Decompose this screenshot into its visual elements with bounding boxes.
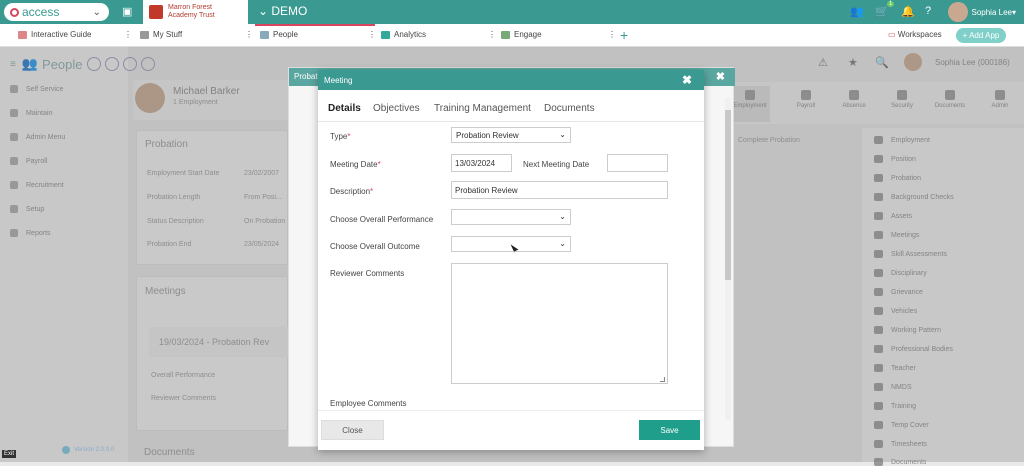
type-value: Probation Review: [456, 130, 519, 140]
tab-label: Analytics: [394, 30, 427, 39]
dialog-scrollbar[interactable]: [725, 98, 731, 420]
description-value: Probation Review: [455, 185, 518, 195]
people-icon[interactable]: 👥: [850, 5, 864, 18]
bell-icon[interactable]: 🔔: [901, 5, 915, 18]
tab-label: People: [273, 30, 298, 39]
tab-analytics[interactable]: Analytics: [381, 30, 426, 39]
tab-people[interactable]: People: [260, 30, 298, 39]
tab-menu-icon[interactable]: ⋮: [124, 30, 132, 39]
trust-selector[interactable]: Marron Forest Academy Trust: [143, 0, 248, 24]
meeting-dialog: Meeting ✖ Details Objectives Training Ma…: [318, 70, 704, 450]
reviewer-comments-label: Reviewer Comments: [330, 269, 405, 278]
user-name: Sophia Lee: [971, 7, 1012, 17]
avatar: [947, 2, 968, 22]
meeting-date-value: 13/03/2024: [455, 158, 496, 168]
workspaces-label: Workspaces: [897, 30, 942, 39]
exit-button[interactable]: Exit: [2, 450, 17, 458]
notification-badge: 1: [887, 1, 895, 7]
trust-logo-icon: [149, 5, 163, 19]
resize-handle-icon[interactable]: [660, 377, 665, 382]
active-tab-indicator: [255, 24, 375, 26]
tab-interactive-guide[interactable]: Interactive Guide: [18, 30, 91, 39]
tab-training-management[interactable]: Training Management: [434, 103, 531, 114]
save-button[interactable]: Save: [639, 420, 700, 440]
access-menu-button[interactable]: access ⌄: [4, 3, 109, 21]
tab-menu-icon[interactable]: ⋮: [488, 30, 496, 39]
user-menu[interactable]: Sophia Lee ▾: [947, 2, 1016, 22]
description-label: Description*: [330, 187, 374, 196]
version-text: Version 2.0.0.0: [74, 447, 115, 453]
tab-my-stuff[interactable]: My Stuff: [140, 30, 182, 39]
brand-label: access: [22, 5, 60, 19]
info-icon: [62, 446, 70, 454]
chevron-down-icon: ⌄: [258, 4, 272, 18]
tab-documents[interactable]: Documents: [544, 103, 595, 114]
overall-performance-select[interactable]: ⌄: [451, 209, 571, 225]
chevron-down-icon: ▾: [1011, 7, 1016, 17]
add-app-button[interactable]: + Add App: [956, 28, 1006, 43]
close-icon[interactable]: ✖: [716, 70, 725, 83]
environment-text: DEMO: [271, 4, 308, 18]
probation-dialog-title: Probati: [294, 72, 320, 81]
dialog-title: Meeting: [324, 75, 353, 85]
trust-name: Marron Forest Academy Trust: [168, 4, 215, 20]
overall-outcome-label: Choose Overall Outcome: [330, 242, 420, 251]
tab-label: Engage: [514, 30, 542, 39]
trust-name-line1: Marron Forest: [168, 4, 212, 11]
people-tab-icon: [260, 30, 269, 39]
type-label-text: Type: [330, 132, 348, 141]
tab-engage[interactable]: Engage: [501, 30, 542, 39]
employee-comments-label: Employee Comments: [330, 399, 407, 408]
cart-icon[interactable]: 🛒: [875, 5, 889, 18]
tab-menu-icon[interactable]: ⋮: [608, 30, 616, 39]
meeting-dialog-header: Meeting ✖: [318, 70, 704, 90]
help-icon[interactable]: ?: [925, 5, 931, 17]
chevron-down-icon: ⌄: [92, 6, 101, 18]
next-meeting-date-label: Next Meeting Date: [523, 160, 590, 169]
tab-label: My Stuff: [153, 30, 183, 39]
tab-divider: [318, 121, 704, 122]
meeting-date-input[interactable]: 13/03/2024: [451, 154, 512, 172]
type-select[interactable]: Probation Review ⌄: [451, 127, 571, 143]
top-bar: access ⌄ ▣ Marron Forest Academy Trust ⌄…: [0, 0, 1024, 24]
meeting-date-label: Meeting Date*: [330, 160, 381, 169]
type-label: Type*: [330, 132, 351, 141]
guide-icon: [18, 30, 27, 39]
engage-icon: [501, 30, 510, 39]
next-meeting-date-input[interactable]: [607, 154, 668, 172]
chevron-down-icon: ⌄: [559, 130, 566, 139]
scrollbar-thumb[interactable]: [725, 110, 731, 280]
dialog-footer: Close Save: [318, 410, 704, 450]
tab-details[interactable]: Details: [328, 103, 361, 114]
analytics-icon: [381, 30, 390, 39]
tab-label: Interactive Guide: [31, 30, 92, 39]
description-label-text: Description: [330, 187, 371, 196]
environment-label[interactable]: ⌄ DEMO: [258, 4, 307, 18]
meeting-date-label-text: Meeting Date: [330, 160, 378, 169]
folder-icon: [140, 30, 149, 39]
add-tab-button[interactable]: +: [620, 27, 628, 43]
reviewer-comments-textarea[interactable]: [451, 263, 668, 384]
description-input[interactable]: Probation Review: [451, 181, 668, 199]
trust-name-line2: Academy Trust: [168, 12, 215, 19]
tab-menu-icon[interactable]: ⋮: [368, 30, 376, 39]
chevron-down-icon: ⌄: [559, 239, 566, 248]
access-logo-icon: [10, 7, 19, 17]
overall-performance-label: Choose Overall Performance: [330, 215, 434, 224]
chevron-down-icon: ⌄: [559, 212, 566, 221]
version-info: Version 2.0.0.0: [62, 446, 114, 454]
app-switcher-icon[interactable]: ▣: [122, 5, 132, 18]
close-button[interactable]: Close: [321, 420, 384, 440]
app-tabs-bar: Interactive Guide ⋮ My Stuff ⋮ People ⋮ …: [0, 24, 1024, 47]
close-icon[interactable]: ✖: [682, 73, 692, 87]
folder-icon: ▭: [888, 30, 898, 39]
tab-objectives[interactable]: Objectives: [373, 103, 420, 114]
workspaces-button[interactable]: ▭ Workspaces: [888, 30, 942, 39]
tab-menu-icon[interactable]: ⋮: [245, 30, 253, 39]
